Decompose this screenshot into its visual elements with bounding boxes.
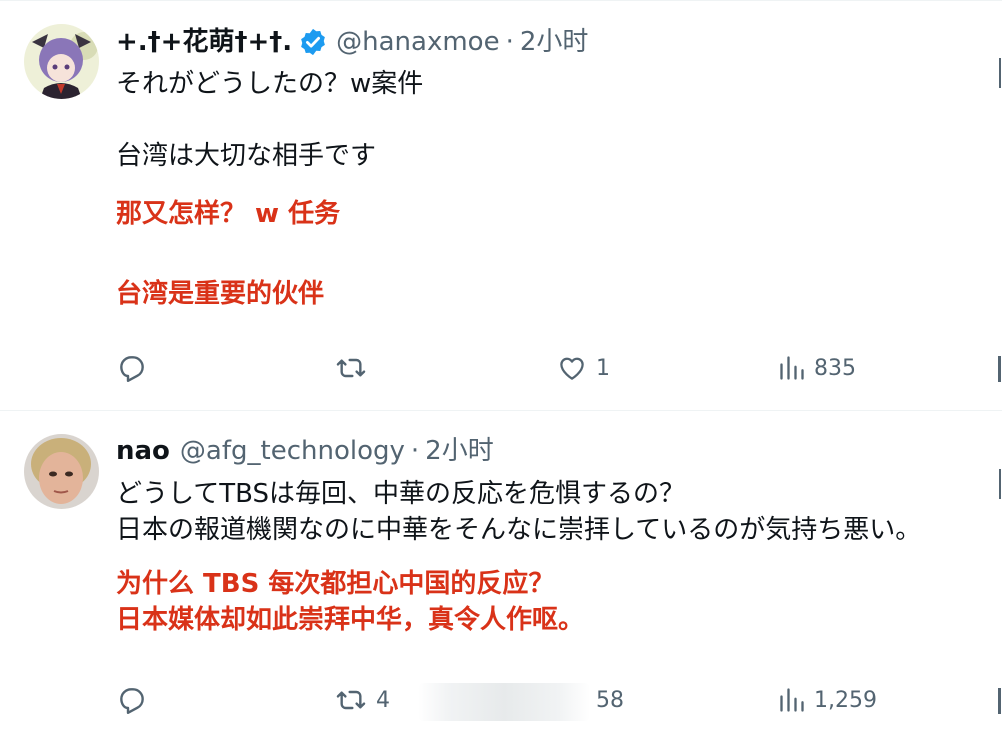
like-count: 58: [596, 687, 624, 713]
retweet-count: 4: [376, 687, 390, 713]
display-name[interactable]: nao: [116, 435, 170, 467]
like-icon: [556, 353, 588, 383]
like-count: 1: [596, 355, 610, 381]
timestamp[interactable]: 2小时: [425, 435, 494, 467]
translation-line-2: 台湾是重要的伙伴: [116, 279, 325, 309]
tweet[interactable]: +.†+花萌†+†. @hanaxmoe · 2小时 それがどうしたの？w案件 …: [0, 0, 1002, 410]
share-icon[interactable]: [998, 356, 1001, 382]
reply-button[interactable]: [116, 684, 156, 716]
views-icon: [778, 686, 806, 714]
views-count: 835: [814, 355, 856, 381]
translation-line-1: 那又怎样？ w 任务: [116, 199, 341, 229]
like-button[interactable]: 1: [556, 353, 610, 383]
retweet-icon: [334, 352, 368, 384]
tweet-header: +.†+花萌†+†. @hanaxmoe · 2小时: [116, 26, 588, 58]
reply-button[interactable]: [116, 352, 156, 384]
separator-dot: ·: [505, 27, 514, 57]
tweet-header: nao @afg_technology · 2小时: [116, 435, 494, 467]
translation-text: 为什么 TBS 每次都担心中国的反应？ 日本媒体却如此崇拜中华，真令人作呕。: [116, 569, 585, 635]
watermark-blur: [418, 683, 590, 721]
retweet-button[interactable]: [334, 352, 376, 384]
views-icon: [778, 354, 806, 382]
views-button[interactable]: 835: [778, 354, 856, 382]
tweet-text: それがどうしたの？w案件 台湾は大切な相手です: [116, 69, 424, 171]
more-icon[interactable]: [999, 469, 1001, 499]
views-count: 1,259: [814, 687, 877, 713]
views-button[interactable]: 1,259: [778, 686, 877, 714]
retweet-button[interactable]: 4: [334, 684, 390, 716]
reply-icon: [116, 684, 148, 716]
display-name[interactable]: +.†+花萌†+†.: [116, 26, 292, 58]
user-handle[interactable]: @afg_technology: [180, 435, 405, 467]
verified-badge-icon: [298, 27, 328, 57]
reply-icon: [116, 352, 148, 384]
user-handle[interactable]: @hanaxmoe: [336, 26, 499, 58]
tweet[interactable]: nao @afg_technology · 2小时 どうしてTBSは毎回、中華の…: [0, 411, 1002, 729]
retweet-icon: [334, 684, 368, 716]
timestamp[interactable]: 2小时: [520, 26, 589, 58]
avatar[interactable]: [24, 24, 99, 99]
separator-dot: ·: [410, 436, 420, 466]
avatar[interactable]: [24, 434, 99, 509]
tweet-text: どうしてTBSは毎回、中華の反応を危惧するの？ 日本の報道機関なのに中華をそんな…: [116, 479, 922, 545]
more-icon[interactable]: [999, 58, 1001, 88]
share-icon[interactable]: [998, 688, 1001, 714]
